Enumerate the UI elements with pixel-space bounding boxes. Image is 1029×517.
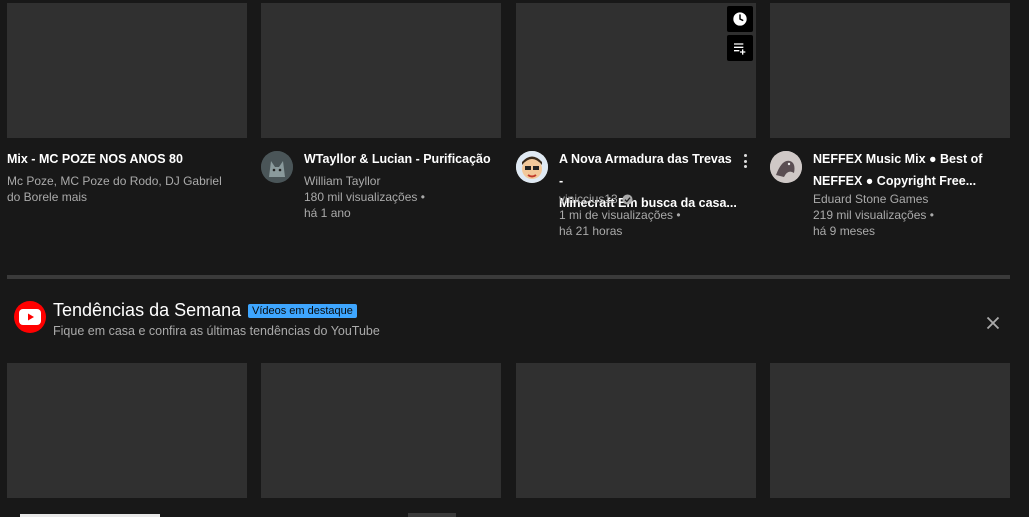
video-thumbnail-5[interactable]	[7, 363, 247, 498]
video-thumbnail-7[interactable]	[516, 363, 756, 498]
close-icon	[986, 316, 1000, 330]
channel-name-1[interactable]: Mc Poze, MC Poze do Rodo, DJ Gabriel	[7, 173, 242, 189]
bird-avatar-icon	[770, 151, 802, 183]
cropped-content-strip-2	[408, 513, 456, 517]
channel-name-4[interactable]: Eduard Stone Games	[813, 191, 1013, 207]
watch-later-button[interactable]	[727, 6, 753, 32]
channel-name-3[interactable]: viniccius13	[559, 191, 759, 207]
channel-avatar-3[interactable]	[516, 151, 548, 183]
verified-check-icon	[622, 193, 633, 205]
video-meta-4: Eduard Stone Games 219 mil visualizações…	[813, 191, 1013, 239]
video-thumbnail-8[interactable]	[770, 363, 1010, 498]
video-options-button[interactable]	[740, 153, 750, 169]
featured-badge: Vídeos em destaque	[248, 304, 357, 318]
video-thumbnail-4[interactable]	[770, 3, 1010, 138]
section-divider	[7, 275, 1010, 279]
video-thumbnail-6[interactable]	[261, 363, 501, 498]
dismiss-section-button[interactable]	[982, 312, 1004, 334]
more-vert-icon	[743, 154, 747, 157]
video-meta-1: Mc Poze, MC Poze do Rodo, DJ Gabriel do …	[7, 173, 242, 205]
video-title-1[interactable]: Mix - MC POZE NOS ANOS 80	[7, 148, 237, 170]
video-thumbnail-1[interactable]	[7, 3, 247, 138]
channel-avatar-2[interactable]	[261, 151, 293, 183]
add-to-queue-icon	[734, 43, 746, 55]
add-to-queue-button[interactable]	[727, 35, 753, 61]
section-title: Tendências da Semana	[53, 300, 242, 320]
video-meta-3: viniccius13 1 mi de visualizações • há 2…	[559, 191, 759, 239]
video-title-2[interactable]: WTayllor & Lucian - Purificação	[304, 148, 504, 170]
video-title-4[interactable]: NEFFEX Music Mix ● Best of NEFFEX ● Copy…	[813, 148, 1013, 192]
wolf-avatar-icon	[261, 151, 293, 183]
clock-icon	[733, 12, 747, 26]
cartoon-face-avatar-icon	[516, 151, 548, 183]
channel-name-2[interactable]: William Tayllor	[304, 173, 504, 189]
channel-avatar-4[interactable]	[770, 151, 802, 183]
video-thumbnail-2[interactable]	[261, 3, 501, 138]
youtube-logo	[14, 301, 46, 333]
video-meta-2: William Tayllor 180 mil visualizações • …	[304, 173, 504, 221]
video-thumbnail-3[interactable]	[516, 3, 756, 138]
section-subtitle: Fique em casa e confira as últimas tendê…	[53, 324, 380, 338]
youtube-logo-icon	[19, 309, 41, 325]
